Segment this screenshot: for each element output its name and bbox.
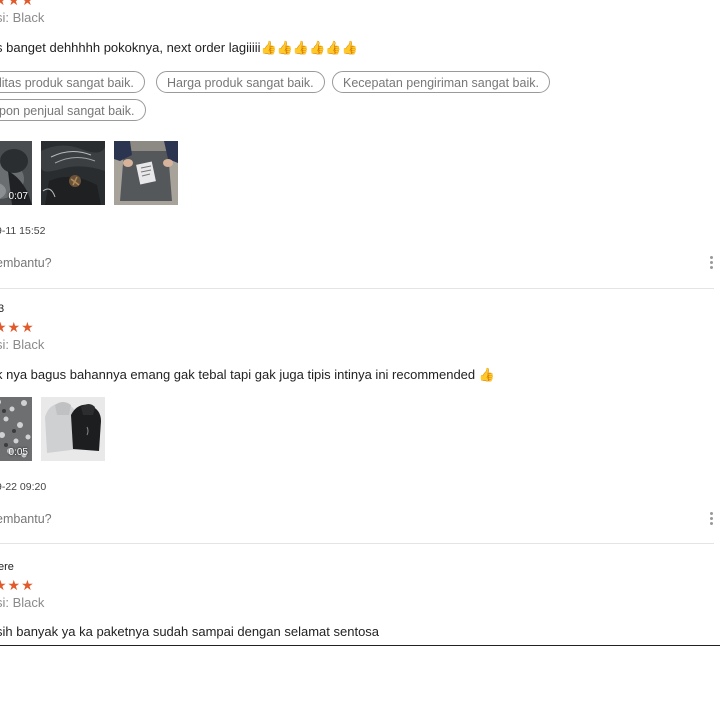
more-vertical-icon[interactable]: [706, 255, 718, 271]
rating-stars: ★★★: [0, 319, 35, 335]
review-tag: Harga produk sangat baik.: [156, 71, 325, 93]
review-comment: s banget dehhhhh pokoknya, next order la…: [0, 40, 358, 55]
review-item: 3 ★★★ si: Black k nya bagus bahannya ema…: [0, 289, 720, 544]
review-image: [41, 141, 105, 205]
review-tag: pon penjual sangat baik.: [0, 99, 146, 121]
review-image-thumbnail[interactable]: [114, 141, 178, 205]
reviewer-name: ere: [0, 561, 14, 573]
review-image-thumbnail[interactable]: [41, 397, 105, 461]
review-comment: sih banyak ya ka paketnya sudah sampai d…: [0, 624, 380, 639]
review-timestamp: 9-11 15:52: [0, 225, 46, 237]
review-video-thumbnail[interactable]: 0:07: [0, 141, 32, 205]
review-item: ere ★★★ si: Black sih banyak ya ka paket…: [0, 544, 720, 645]
review-video-thumbnail[interactable]: 0:05: [0, 397, 32, 461]
variation-label: si: Black: [0, 337, 45, 352]
review-item: ★★★ si: Black s banget dehhhhh pokoknya,…: [0, 0, 720, 289]
reviewer-name: 3: [0, 303, 4, 315]
rating-stars: ★★★: [0, 0, 35, 8]
reviews-viewport: ★★★ si: Black s banget dehhhhh pokoknya,…: [0, 0, 720, 646]
review-comment: k nya bagus bahannya emang gak tebal tap…: [0, 367, 495, 382]
more-vertical-icon[interactable]: [706, 511, 718, 527]
review-image: [114, 141, 178, 205]
helpful-button[interactable]: embantu?: [0, 512, 52, 526]
variation-label: si: Black: [0, 595, 45, 610]
review-timestamp: 9-22 09:20: [0, 481, 47, 493]
variation-label: si: Black: [0, 10, 45, 25]
review-image: [41, 397, 105, 461]
review-tag: litas produk sangat baik.: [0, 71, 145, 93]
rating-stars: ★★★: [0, 577, 35, 593]
video-duration: 0:07: [8, 191, 28, 202]
review-image-thumbnail[interactable]: [41, 141, 105, 205]
review-tag: Kecepatan pengiriman sangat baik.: [332, 71, 550, 93]
video-duration: 0:05: [8, 447, 28, 458]
helpful-button[interactable]: embantu?: [0, 256, 52, 270]
